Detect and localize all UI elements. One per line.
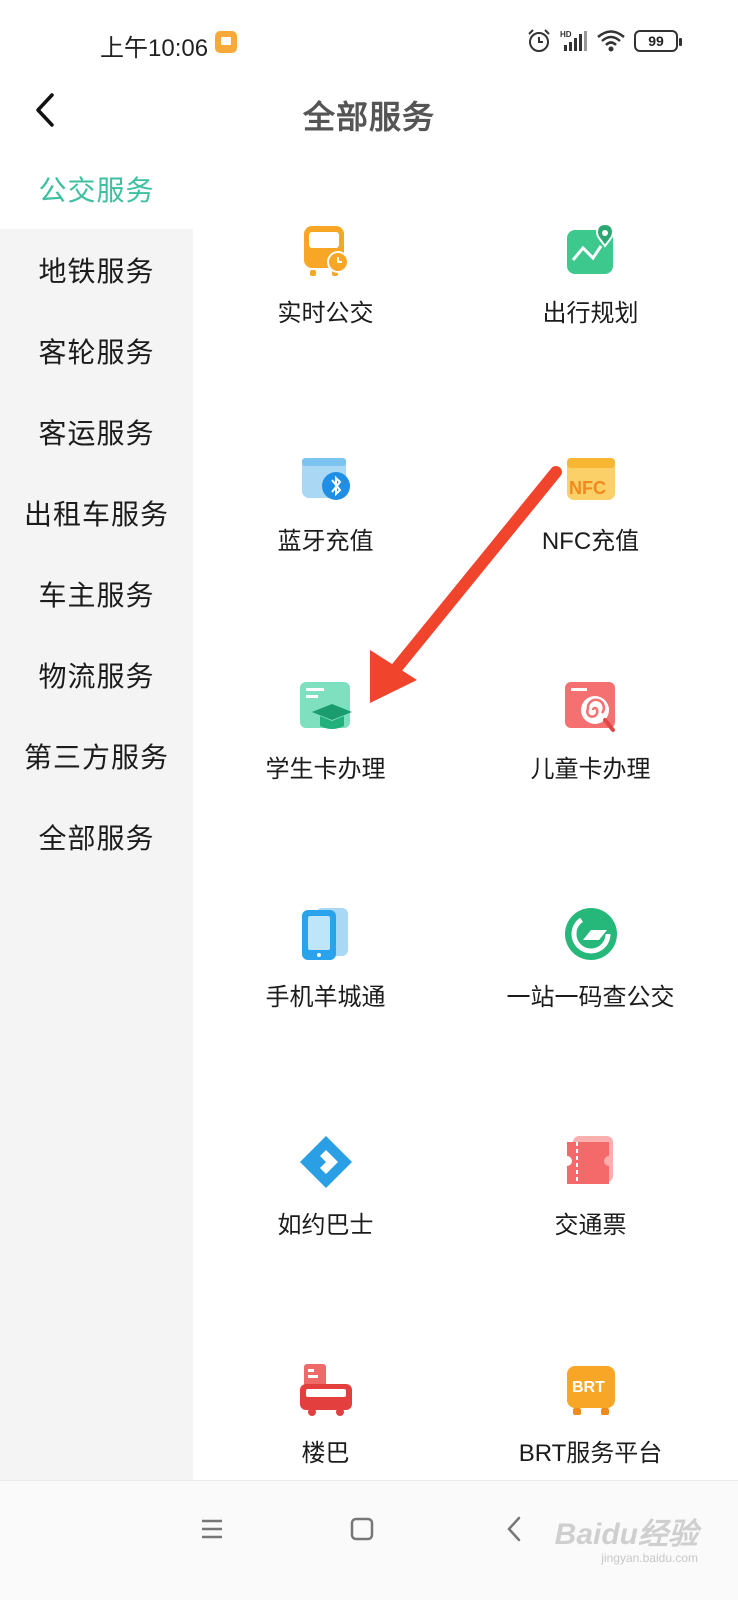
sidebar-item-car-owner[interactable]: 车主服务 <box>0 553 193 634</box>
nfc-wallet-icon: NFC <box>566 458 615 500</box>
service-realtime-bus[interactable]: 实时公交 <box>193 148 458 376</box>
baidu-watermark-url: jingyan.baidu.com <box>601 1551 698 1565</box>
service-bluetooth-recharge[interactable]: 蓝牙充值 <box>193 376 458 604</box>
svg-text:NFC: NFC <box>569 478 606 498</box>
service-ruyue-bus[interactable]: 如约巴士 <box>193 1060 458 1288</box>
category-sidebar: 公交服务 地铁服务 客轮服务 客运服务 出租车服务 车主服务 物流服务 第三方服… <box>0 148 193 1480</box>
student-card-icon <box>299 682 352 729</box>
nav-menu-button[interactable] <box>190 1507 234 1551</box>
service-label: 出行规划 <box>542 300 639 327</box>
building-bus-icon <box>299 1364 352 1416</box>
nav-back-button[interactable] <box>492 1507 536 1551</box>
home-square-icon <box>350 1517 374 1541</box>
service-transport-ticket[interactable]: 交通票 <box>458 1060 723 1288</box>
battery-indicator: 99 <box>634 30 682 52</box>
service-label: 楼巴 <box>301 1440 350 1467</box>
sidebar-item-coach[interactable]: 客运服务 <box>0 391 193 472</box>
sidebar-item-metro[interactable]: 地铁服务 <box>0 229 193 310</box>
status-time: 上午10:06 <box>100 35 209 62</box>
cell-signal-icon: HD <box>560 30 587 51</box>
bluetooth-card-icon <box>301 458 350 500</box>
phone-card-icon <box>301 908 348 960</box>
sidebar-item-ferry[interactable]: 客轮服务 <box>0 310 193 391</box>
bus-clock-icon <box>303 226 349 276</box>
service-station-code[interactable]: 一站一码查公交 <box>458 832 723 1060</box>
service-label: 交通票 <box>554 1212 627 1239</box>
menu-icon <box>202 1519 222 1539</box>
status-bar: 上午10:06 HD 99 <box>0 0 738 84</box>
station-code-icon <box>564 908 617 960</box>
wifi-icon <box>597 30 625 52</box>
alarm-icon <box>528 29 550 52</box>
nav-home-button[interactable] <box>340 1507 384 1551</box>
sidebar-item-bus[interactable]: 公交服务 <box>0 148 193 229</box>
status-icons: HD 99 <box>526 28 682 54</box>
service-brt-platform[interactable]: BRT BRT服务平台 <box>458 1288 723 1480</box>
service-label: 如约巴士 <box>277 1212 374 1239</box>
diamond-bus-icon <box>299 1136 352 1188</box>
page-header: 全部服务 <box>0 84 738 148</box>
child-card-icon <box>564 682 615 732</box>
service-label: 学生卡办理 <box>265 756 386 783</box>
service-grid: 实时公交 出行规划 蓝牙充值 NFC NFC充值 学生卡办理 儿童卡办理 手机羊… <box>193 148 738 1480</box>
service-label: 儿童卡办理 <box>530 756 651 783</box>
service-label: 一站一码查公交 <box>506 984 675 1011</box>
map-route-icon <box>566 222 614 274</box>
brt-bus-icon: BRT <box>566 1366 615 1415</box>
svg-text:BRT: BRT <box>572 1379 605 1396</box>
service-mobile-yangchengtong[interactable]: 手机羊城通 <box>193 832 458 1060</box>
system-nav-bar: Baidu经验 jingyan.baidu.com <box>0 1480 738 1600</box>
service-child-card[interactable]: 儿童卡办理 <box>458 604 723 832</box>
signal-hd-label: HD <box>560 30 572 39</box>
ticket-icon <box>566 1136 613 1184</box>
service-label: 蓝牙充值 <box>277 528 374 555</box>
sidebar-item-third-party[interactable]: 第三方服务 <box>0 715 193 796</box>
service-building-bus[interactable]: 楼巴 <box>193 1288 458 1480</box>
service-label: 实时公交 <box>277 300 374 327</box>
sidebar-item-logistics[interactable]: 物流服务 <box>0 634 193 715</box>
service-label: NFC充值 <box>541 528 640 555</box>
sidebar-item-all[interactable]: 全部服务 <box>0 796 193 877</box>
notification-icon <box>215 31 237 53</box>
baidu-watermark: Baidu经验 <box>554 1518 698 1551</box>
service-label: BRT服务平台 <box>518 1440 663 1467</box>
sidebar-item-taxi[interactable]: 出租车服务 <box>0 472 193 553</box>
service-trip-planning[interactable]: 出行规划 <box>458 148 723 376</box>
service-nfc-recharge[interactable]: NFC NFC充值 <box>458 376 723 604</box>
service-label: 手机羊城通 <box>265 984 386 1011</box>
service-student-card[interactable]: 学生卡办理 <box>193 604 458 832</box>
page-title: 全部服务 <box>302 99 435 135</box>
back-triangle-icon <box>507 1516 521 1542</box>
